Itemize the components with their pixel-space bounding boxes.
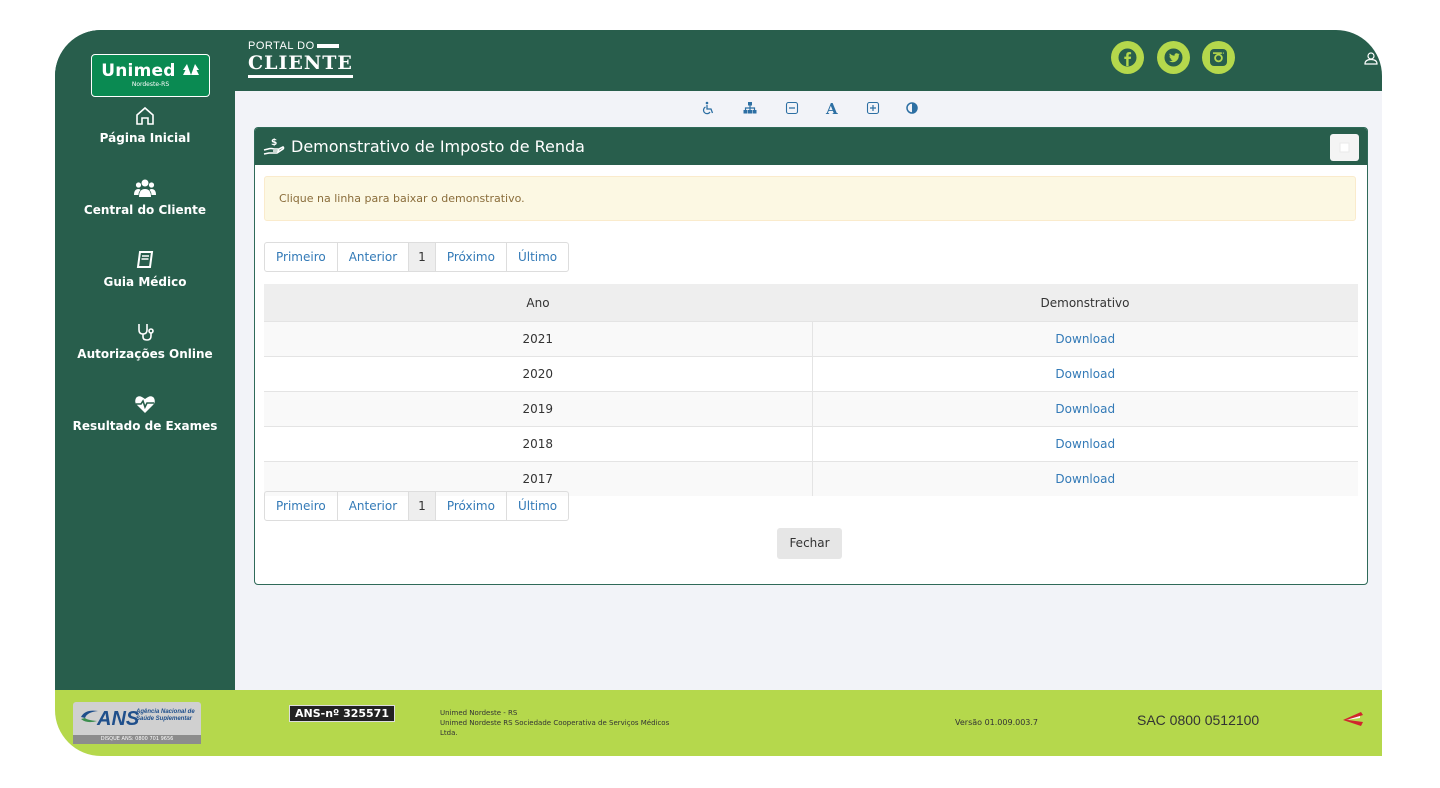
instagram-button[interactable] bbox=[1202, 41, 1235, 74]
sitemap-icon[interactable] bbox=[743, 101, 757, 115]
download-link[interactable]: Download bbox=[1055, 332, 1115, 346]
contrast-icon[interactable] bbox=[905, 101, 919, 115]
year-cell: 2018 bbox=[264, 426, 813, 462]
table-row[interactable]: 2020 Download bbox=[264, 356, 1358, 392]
sidebar-item-label: Central do Cliente bbox=[83, 203, 207, 217]
table-row[interactable]: 2021 Download bbox=[264, 321, 1358, 357]
unimed-logo[interactable]: Unimed Nordeste-RS bbox=[91, 54, 210, 97]
sidebar: Unimed Nordeste-RS Página Inicial Centra… bbox=[55, 30, 235, 690]
print-button[interactable] bbox=[1330, 134, 1359, 161]
ans-logo-text: ANS bbox=[97, 708, 140, 730]
panel-header: $ Demonstrativo de Imposto de Renda bbox=[255, 128, 1367, 165]
download-link[interactable]: Download bbox=[1055, 437, 1115, 451]
hand-money-icon: $ bbox=[263, 138, 285, 155]
tax-statement-table: Ano Demonstrativo 2021 Download 2020 Dow… bbox=[264, 284, 1358, 496]
home-icon bbox=[136, 106, 154, 125]
portal-logo[interactable]: PORTAL DO CLIENTE bbox=[248, 40, 353, 78]
twitter-icon bbox=[1164, 48, 1183, 67]
page-next[interactable]: Próximo bbox=[436, 243, 507, 271]
tax-statement-panel: $ Demonstrativo de Imposto de Renda Cliq… bbox=[254, 127, 1368, 585]
facebook-icon bbox=[1118, 48, 1137, 67]
sac-phone: SAC 0800 0512100 bbox=[1137, 712, 1260, 728]
brand-sub: Nordeste-RS bbox=[131, 81, 170, 88]
column-header-ano: Ano bbox=[264, 284, 812, 322]
ans-disque: DISQUE ANS: 0800 701 9656 bbox=[73, 735, 201, 744]
download-link[interactable]: Download bbox=[1055, 472, 1115, 486]
ans-swoosh-icon bbox=[81, 710, 98, 723]
page-last[interactable]: Último bbox=[507, 492, 568, 520]
page-first[interactable]: Primeiro bbox=[265, 492, 338, 520]
users-icon bbox=[134, 179, 156, 197]
panel-title: Demonstrativo de Imposto de Renda bbox=[291, 137, 585, 156]
ans-logo: ANS Agência Nacional de Saúde Suplementa… bbox=[73, 702, 201, 744]
twitter-button[interactable] bbox=[1157, 41, 1190, 74]
font-increase-icon[interactable] bbox=[866, 101, 880, 115]
instagram-icon bbox=[1210, 49, 1227, 66]
table-row[interactable]: 2018 Download bbox=[264, 426, 1358, 462]
sidebar-item-central-do-cliente[interactable]: Central do Cliente bbox=[55, 177, 235, 217]
portal-big-text: CLIENTE bbox=[248, 52, 353, 78]
user-icon[interactable] bbox=[1364, 51, 1378, 65]
table-row[interactable]: 2019 Download bbox=[264, 391, 1358, 427]
sidebar-item-label: Página Inicial bbox=[99, 131, 191, 145]
unimed-tree-icon bbox=[182, 64, 199, 75]
table-header-row: Ano Demonstrativo bbox=[264, 284, 1358, 322]
app-frame: Unimed Nordeste-RS Página Inicial Centra… bbox=[55, 30, 1382, 756]
year-cell: 2020 bbox=[264, 356, 813, 392]
footer: ANS Agência Nacional de Saúde Suplementa… bbox=[55, 690, 1382, 756]
year-cell: 2021 bbox=[264, 321, 813, 357]
sidebar-item-guia-medico[interactable]: Guia Médico bbox=[55, 249, 235, 289]
ans-registration: ANS-nº 325571 bbox=[289, 705, 395, 722]
page-next[interactable]: Próximo bbox=[436, 492, 507, 520]
ans-logo-sub: Agência Nacional de Saúde Suplementar bbox=[136, 709, 195, 722]
sidebar-item-label: Guia Médico bbox=[103, 275, 187, 289]
svg-text:$: $ bbox=[271, 138, 277, 148]
facebook-button[interactable] bbox=[1111, 41, 1144, 74]
wheelchair-icon[interactable] bbox=[701, 101, 715, 115]
font-decrease-icon[interactable] bbox=[785, 101, 799, 115]
sidebar-item-autorizacoes-online[interactable]: Autorizações Online bbox=[55, 321, 235, 361]
page-last[interactable]: Último bbox=[507, 243, 568, 271]
pagination-bottom: Primeiro Anterior 1 Próximo Último bbox=[264, 491, 570, 521]
year-cell: 2019 bbox=[264, 391, 813, 427]
portal-small-text: PORTAL DO bbox=[248, 40, 315, 52]
pagination-top: Primeiro Anterior 1 Próximo Último bbox=[264, 242, 570, 272]
heartbeat-icon bbox=[135, 396, 155, 413]
download-link[interactable]: Download bbox=[1055, 402, 1115, 416]
info-alert: Clique na linha para baixar o demonstrat… bbox=[264, 176, 1356, 221]
page-current[interactable]: 1 bbox=[409, 492, 436, 520]
column-header-demonstrativo: Demonstrativo bbox=[812, 284, 1358, 322]
company-info: Unimed Nordeste - RS Unimed Nordeste RS … bbox=[440, 709, 670, 737]
page-prev[interactable]: Anterior bbox=[338, 243, 410, 271]
brand-name: Unimed bbox=[101, 61, 176, 81]
book-icon bbox=[136, 251, 154, 268]
page-prev[interactable]: Anterior bbox=[338, 492, 410, 520]
font-size-button[interactable]: A bbox=[826, 100, 838, 118]
page-first[interactable]: Primeiro bbox=[265, 243, 338, 271]
sidebar-item-resultado-de-exames[interactable]: Resultado de Exames bbox=[55, 393, 235, 433]
close-button[interactable]: Fechar bbox=[777, 528, 842, 559]
print-icon bbox=[1339, 142, 1350, 153]
download-link[interactable]: Download bbox=[1055, 367, 1115, 381]
app-version: Versão 01.009.003.7 bbox=[955, 718, 1039, 727]
sidebar-item-label: Autorizações Online bbox=[77, 347, 213, 361]
sidebar-item-pagina-inicial[interactable]: Página Inicial bbox=[55, 105, 235, 145]
page-current[interactable]: 1 bbox=[409, 243, 436, 271]
stethoscope-icon bbox=[138, 324, 154, 341]
sidebar-item-label: Resultado de Exames bbox=[72, 419, 218, 433]
red-brand-icon[interactable] bbox=[1340, 710, 1365, 728]
